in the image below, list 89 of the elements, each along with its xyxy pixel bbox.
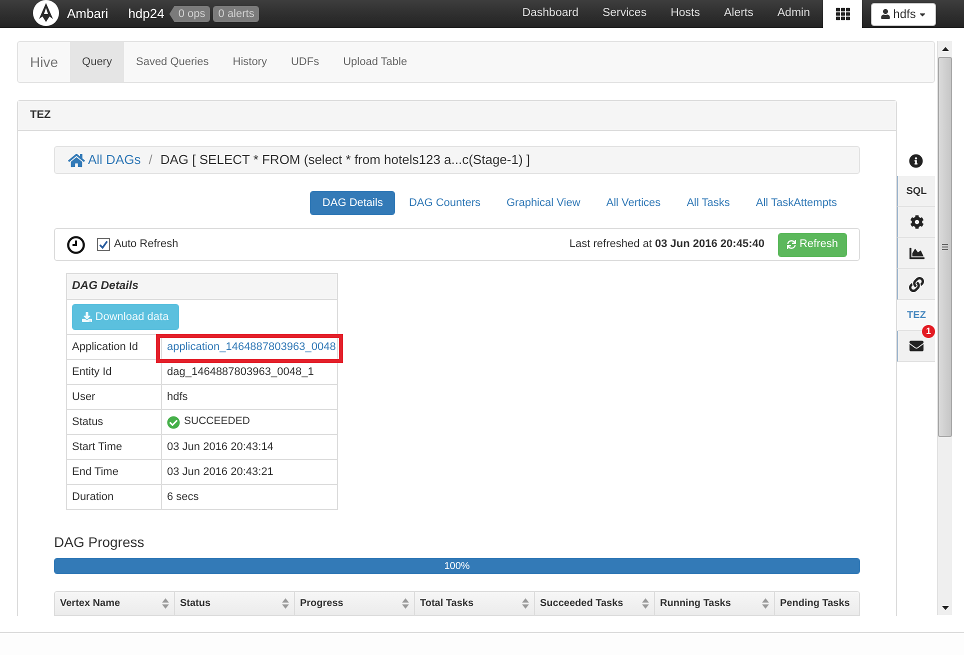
column-title: Status bbox=[180, 597, 211, 611]
user-icon bbox=[881, 9, 890, 19]
side-tab[interactable]: SQL bbox=[897, 176, 935, 207]
column-title: Pending Tasks bbox=[780, 597, 850, 611]
view-tab[interactable]: History bbox=[220, 42, 279, 82]
auto-refresh-label[interactable]: Auto Refresh bbox=[114, 236, 178, 253]
column-header[interactable]: Pending Tasks bbox=[775, 592, 859, 615]
user-menu-button[interactable]: hdfs bbox=[871, 2, 936, 26]
home-icon bbox=[68, 152, 85, 168]
field-value: dag_1464887803963_0048_1 bbox=[167, 364, 314, 380]
logo-icon bbox=[33, 0, 59, 26]
view-tab[interactable]: Query bbox=[70, 42, 124, 82]
sort-icon[interactable] bbox=[522, 598, 529, 609]
scrollbar-thumb[interactable] bbox=[938, 57, 952, 437]
nav-link[interactable]: Hosts bbox=[658, 5, 712, 23]
column-title: Total Tasks bbox=[420, 597, 474, 611]
field-label: Status bbox=[67, 410, 162, 434]
side-tab[interactable] bbox=[897, 238, 935, 269]
table-title: DAG Details bbox=[67, 274, 337, 299]
view-title: Hive bbox=[30, 52, 58, 72]
field-value: hdfs bbox=[167, 390, 188, 405]
scrollbar-track[interactable] bbox=[937, 41, 952, 615]
nav-link[interactable]: Alerts bbox=[712, 5, 766, 23]
field-label: Entity Id bbox=[67, 360, 162, 384]
sort-icon[interactable] bbox=[402, 598, 409, 609]
column-title: Running Tasks bbox=[660, 597, 731, 611]
field-value: 6 secs bbox=[167, 490, 199, 505]
info-icon bbox=[909, 154, 923, 168]
field-label: Application Id bbox=[67, 335, 162, 359]
dag-tab[interactable]: Graphical View bbox=[494, 191, 592, 215]
dag-tab[interactable]: All Tasks bbox=[674, 191, 742, 215]
area-chart-icon bbox=[908, 246, 926, 260]
field-label: User bbox=[67, 385, 162, 409]
download-icon bbox=[82, 312, 92, 322]
progress-label: 100% bbox=[444, 560, 470, 574]
clock-icon bbox=[67, 236, 85, 254]
column-header[interactable]: Total Tasks bbox=[415, 592, 535, 615]
side-tab[interactable] bbox=[897, 207, 935, 238]
check-icon bbox=[99, 240, 108, 249]
nav-link[interactable]: Admin bbox=[765, 5, 822, 23]
column-header[interactable]: Progress bbox=[295, 592, 415, 615]
column-title: Succeeded Tasks bbox=[540, 597, 624, 611]
status-text: SUCCEEDED bbox=[184, 414, 250, 430]
field-value: 03 Jun 2016 20:43:14 bbox=[167, 440, 274, 455]
breadcrumb-link[interactable]: All DAGs bbox=[88, 150, 141, 170]
column-title: Progress bbox=[300, 597, 344, 611]
view-tab[interactable]: Saved Queries bbox=[124, 42, 221, 82]
cluster-name[interactable]: hdp24 bbox=[128, 4, 164, 24]
sort-icon[interactable] bbox=[762, 598, 769, 609]
column-header[interactable]: Status bbox=[175, 592, 295, 615]
column-header[interactable]: Vertex Name bbox=[55, 592, 175, 615]
brand-name[interactable]: Ambari bbox=[67, 4, 108, 24]
settings-icon bbox=[910, 215, 924, 229]
count-badge: 0 alerts bbox=[213, 6, 260, 22]
breadcrumb-separator: / bbox=[148, 151, 152, 170]
dag-tab[interactable]: All TaskAttempts bbox=[744, 191, 849, 215]
column-header[interactable]: Running Tasks bbox=[655, 592, 775, 615]
sort-icon[interactable] bbox=[162, 598, 169, 609]
link-icon bbox=[909, 276, 924, 292]
checkbox[interactable] bbox=[97, 238, 110, 251]
field-label: End Time bbox=[67, 460, 162, 484]
side-tab[interactable] bbox=[897, 269, 935, 300]
field-value: 03 Jun 2016 20:43:21 bbox=[167, 464, 274, 480]
view-tab[interactable]: Upload Table bbox=[331, 42, 420, 82]
nav-link[interactable]: Dashboard bbox=[510, 5, 590, 23]
field-label: Start Time bbox=[67, 435, 162, 459]
grid-icon bbox=[836, 7, 850, 21]
refresh-icon bbox=[787, 240, 796, 249]
dag-tab[interactable]: DAG Counters bbox=[396, 191, 492, 215]
sort-icon[interactable] bbox=[642, 598, 649, 609]
success-icon bbox=[167, 416, 180, 428]
view-tab[interactable]: UDFs bbox=[278, 42, 332, 82]
panel-title: TEZ bbox=[18, 101, 896, 131]
nav-link[interactable]: Services bbox=[590, 5, 659, 23]
section-title: DAG Progress bbox=[54, 533, 146, 551]
column-header[interactable]: Succeeded Tasks bbox=[535, 592, 655, 615]
sort-icon[interactable] bbox=[282, 598, 289, 609]
application-link[interactable]: application_1464887803963_0048 bbox=[167, 338, 336, 356]
breadcrumb-current: DAG [ SELECT * FROM (select * from hotels123 a...c(Stage-1) ] bbox=[160, 151, 530, 170]
last-refreshed-text: Last refreshed at 03 Jun 2016 20:45:40 bbox=[569, 237, 764, 252]
apps-menu-button[interactable] bbox=[823, 0, 862, 28]
scroll-down-icon[interactable] bbox=[942, 606, 948, 610]
dag-tab[interactable]: DAG Details bbox=[310, 191, 395, 215]
field-label: Duration bbox=[67, 485, 162, 509]
column-title: Vertex Name bbox=[60, 597, 120, 611]
mail-icon bbox=[908, 339, 925, 353]
dag-tab[interactable]: All Vertices bbox=[594, 191, 673, 215]
count-badge: 0 ops bbox=[169, 6, 210, 22]
scroll-up-icon[interactable] bbox=[942, 46, 948, 50]
